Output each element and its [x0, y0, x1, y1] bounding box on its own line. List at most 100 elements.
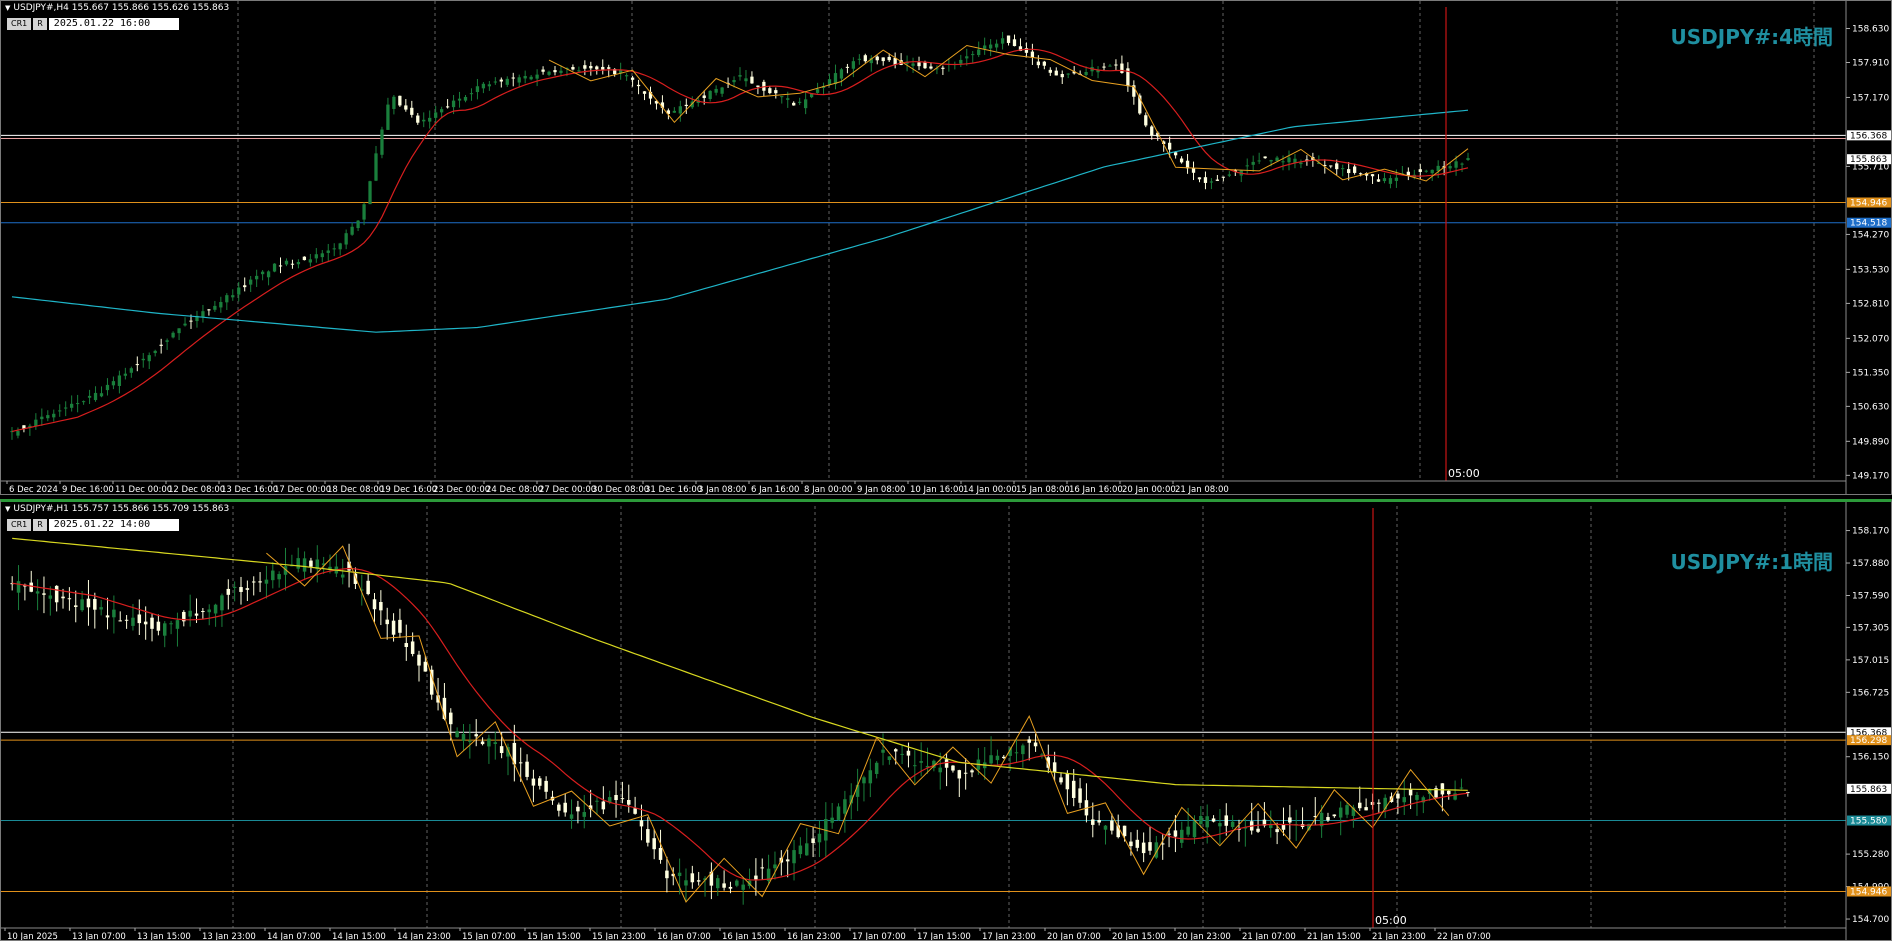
- time-tick-label: 15 Jan 08:00: [1016, 485, 1070, 495]
- time-tick-label: 27 Dec 00:00: [539, 485, 596, 495]
- candle-body: [326, 250, 330, 253]
- h4-r-button[interactable]: R: [33, 18, 47, 30]
- candle-body: [309, 560, 313, 567]
- candle-body: [213, 604, 218, 614]
- candle-body: [1014, 752, 1019, 754]
- candle-body: [398, 95, 402, 106]
- candle-body: [798, 845, 803, 855]
- price-tick-label: 155.710: [1852, 162, 1889, 172]
- time-tick-label: 13 Dec 16:00: [221, 485, 278, 495]
- candle-body: [1224, 815, 1229, 826]
- candle-body: [1129, 841, 1133, 847]
- candle-body: [1396, 793, 1400, 799]
- h4-symbol-quote: USDJPY#,H4 155.667 155.866 155.626 155.8…: [13, 3, 230, 13]
- h1-chart-pane[interactable]: 05:00 158.170 157.880 157.590 157.305 157.015…: [0, 499, 1892, 941]
- candle-body: [1060, 74, 1064, 78]
- candle-body: [1110, 820, 1114, 831]
- h4-cr-button[interactable]: CR1: [7, 18, 32, 30]
- candle-body: [1221, 176, 1225, 178]
- candle-body: [481, 83, 486, 89]
- time-tick-label: 16 Jan 07:00: [657, 932, 711, 941]
- time-tick-label: 16 Jan 23:00: [787, 932, 841, 941]
- candle-body: [271, 570, 275, 581]
- candle-body: [177, 328, 181, 334]
- candle-body: [156, 621, 161, 631]
- candle-body: [817, 833, 822, 843]
- candle-body: [1114, 64, 1118, 66]
- candle-body: [207, 309, 211, 311]
- candle-body: [815, 89, 820, 93]
- time-tick-label: 15 Jan 15:00: [527, 932, 581, 941]
- candle-body: [73, 605, 78, 607]
- candle-body: [582, 812, 587, 817]
- candle-body: [80, 599, 84, 611]
- candle-body: [302, 558, 307, 572]
- candle-body: [728, 886, 733, 889]
- candle-body: [630, 77, 635, 80]
- candle-body: [517, 77, 521, 83]
- candle-body: [1345, 805, 1349, 815]
- h1-symbol-quote: USDJPY#,H1 155.757 155.866 155.709 155.8…: [13, 504, 230, 514]
- candle-body: [213, 305, 217, 310]
- h1-datetime-field[interactable]: 2025.01.22 14:00: [48, 519, 179, 531]
- candle-body: [150, 617, 154, 629]
- h1-chart-canvas[interactable]: 05:00 158.170 157.880 157.590 157.305 157.015…: [1, 502, 1892, 941]
- candle-body: [1173, 152, 1178, 156]
- candle-body: [1209, 181, 1214, 183]
- candle-body: [391, 620, 396, 635]
- time-tick-label: 15 Jan 23:00: [592, 932, 646, 941]
- candle-body: [290, 263, 295, 265]
- candle-body: [99, 607, 103, 610]
- candle-body: [1135, 839, 1140, 848]
- time-tick-label: 10 Jan 2025: [7, 932, 58, 941]
- time-tick-label: 20 Jan 07:00: [1047, 932, 1101, 941]
- candle-body: [1338, 807, 1343, 818]
- h4-chart-pane[interactable]: 05:00 158.630 157.910 157.170 156.368 155.863…: [0, 0, 1892, 495]
- candle-body: [143, 621, 148, 625]
- candle-body: [226, 588, 231, 595]
- price-tick-label: 156.150: [1852, 753, 1889, 763]
- candle-body: [607, 67, 611, 69]
- candle-body: [1191, 168, 1196, 173]
- h1-cr-button[interactable]: CR1: [7, 519, 32, 531]
- candle-body: [836, 806, 841, 820]
- candle-body: [1071, 780, 1076, 798]
- h4-datetime-field[interactable]: 2025.01.22 16:00: [48, 18, 179, 30]
- candle-body: [1281, 824, 1286, 830]
- candle-body: [455, 731, 459, 738]
- candle-body: [499, 746, 504, 754]
- candle-body: [314, 254, 318, 259]
- candle-body: [900, 753, 904, 755]
- price-tick-label: 152.070: [1852, 334, 1889, 344]
- candle-body: [672, 110, 677, 113]
- candle-body: [583, 65, 587, 69]
- time-tick-label: 20 Jan 23:00: [1177, 932, 1231, 941]
- candle-body: [1006, 35, 1011, 43]
- candle-body: [1027, 739, 1031, 743]
- h1-r-button[interactable]: R: [33, 519, 47, 531]
- price-tick-label: 157.880: [1852, 559, 1889, 569]
- candle-body: [951, 765, 955, 771]
- candle-body: [722, 883, 726, 888]
- time-tick-label: 9 Dec 16:00: [62, 485, 114, 495]
- collapse-triangle-icon[interactable]: ▼: [5, 4, 10, 12]
- candle-body: [696, 880, 701, 882]
- candle-body: [595, 800, 599, 802]
- collapse-triangle-icon[interactable]: ▼: [5, 505, 10, 513]
- candle-body: [445, 106, 450, 108]
- candle-body: [535, 74, 539, 79]
- candle-body: [720, 87, 724, 94]
- candle-body: [417, 654, 421, 666]
- candle-body: [577, 70, 581, 72]
- candle-body: [220, 595, 224, 611]
- candle-body: [243, 285, 247, 288]
- candle-body: [983, 45, 987, 49]
- time-tick-label: 23 Dec 00:00: [433, 485, 490, 495]
- time-tick-label: 24 Dec 08:00: [486, 485, 543, 495]
- h4-chart-canvas[interactable]: 05:00158.630157.910157.170156.368155.863…: [1, 1, 1892, 495]
- candle-body: [225, 295, 229, 303]
- time-tick-label: 14 Jan 15:00: [332, 932, 386, 941]
- candle-body: [34, 419, 38, 427]
- candle-body: [123, 373, 128, 376]
- candle-body: [385, 619, 389, 625]
